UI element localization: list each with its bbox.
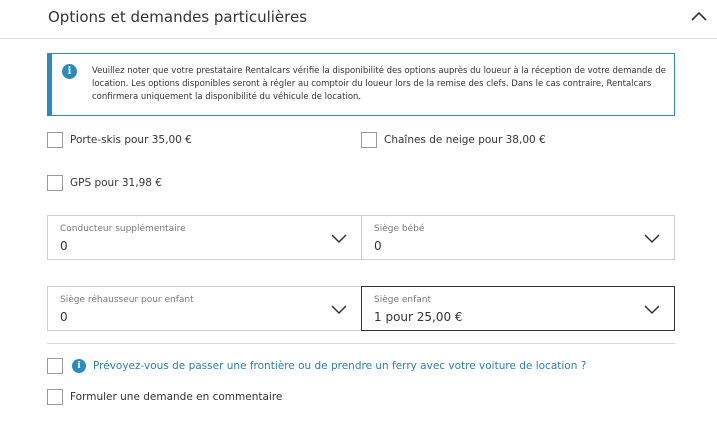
section-title: Options et demandes particulières	[48, 8, 308, 26]
baby-seat-value: 0	[374, 239, 382, 253]
additional-driver-label: Conducteur supplémentaire	[60, 224, 186, 234]
booster-seat-label: Siège réhausseur pour enfant	[60, 295, 194, 305]
snow-chains-option[interactable]: Chaînes de neige pour 38,00 €	[361, 131, 546, 149]
chevron-down-icon	[644, 234, 660, 244]
comment-request-label[interactable]: Formuler une demande en commentaire	[70, 391, 282, 403]
section-header[interactable]: Options et demandes particulières	[0, 0, 717, 39]
info-icon[interactable]: i	[72, 359, 86, 373]
ski-rack-checkbox[interactable]	[47, 132, 63, 148]
comment-request-checkbox[interactable]	[47, 389, 63, 405]
info-notice: i Veuillez noter que votre prestataire R…	[47, 53, 675, 116]
comment-request-option[interactable]: Formuler une demande en commentaire	[47, 388, 282, 406]
info-icon: i	[62, 64, 77, 79]
chevron-down-icon	[331, 305, 347, 315]
chevron-down-icon	[644, 305, 660, 315]
baby-seat-label: Siège bébé	[374, 224, 425, 234]
gps-checkbox[interactable]	[47, 175, 63, 191]
child-seat-label: Siège enfant	[374, 295, 432, 305]
additional-driver-select[interactable]: Conducteur supplémentaire 0	[47, 215, 362, 260]
info-text-line: Veuillez noter que votre prestataire Ren…	[92, 66, 666, 76]
info-text: Veuillez noter que votre prestataire Ren…	[92, 65, 672, 104]
ski-rack-option[interactable]: Porte-skis pour 35,00 €	[47, 131, 192, 149]
booster-seat-select[interactable]: Siège réhausseur pour enfant 0	[47, 286, 362, 331]
snow-chains-checkbox[interactable]	[361, 132, 377, 148]
ski-rack-label[interactable]: Porte-skis pour 35,00 €	[70, 134, 192, 146]
baby-seat-select[interactable]: Siège bébé 0	[361, 215, 675, 260]
gps-option[interactable]: GPS pour 31,98 €	[47, 174, 162, 192]
booster-seat-value: 0	[60, 310, 68, 324]
chevron-up-icon[interactable]	[690, 10, 708, 22]
gps-label[interactable]: GPS pour 31,98 €	[70, 177, 162, 189]
snow-chains-label[interactable]: Chaînes de neige pour 38,00 €	[384, 134, 546, 146]
chevron-down-icon	[331, 234, 347, 244]
divider	[47, 343, 675, 344]
additional-driver-value: 0	[60, 239, 68, 253]
border-ferry-checkbox[interactable]	[47, 358, 63, 374]
info-text-line: location. Les options disponibles seront…	[92, 79, 652, 89]
child-seat-value: 1 pour 25,00 €	[374, 310, 463, 324]
info-text-line: confirmera uniquement la disponibilité d…	[92, 92, 362, 102]
border-ferry-label[interactable]: Prévoyez-vous de passer une frontière ou…	[93, 360, 586, 372]
border-ferry-option[interactable]: i Prévoyez-vous de passer une frontière …	[47, 357, 586, 375]
child-seat-select[interactable]: Siège enfant 1 pour 25,00 €	[361, 286, 675, 331]
